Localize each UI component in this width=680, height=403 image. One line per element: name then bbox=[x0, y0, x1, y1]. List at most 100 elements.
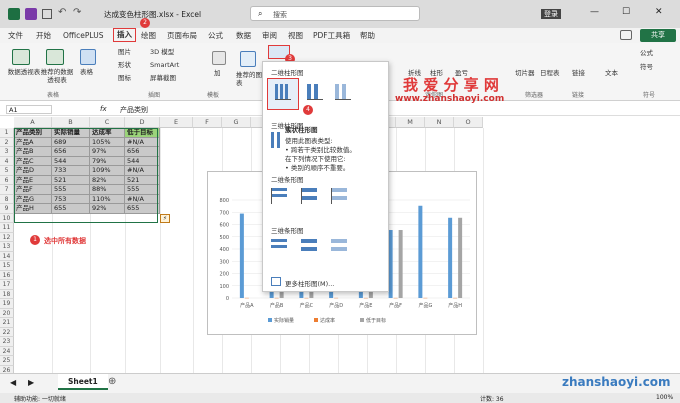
tab-draw[interactable]: 绘图 bbox=[141, 28, 156, 43]
fx-icon[interactable]: fx bbox=[100, 105, 107, 113]
recommended-charts-icon[interactable] bbox=[240, 51, 256, 67]
pictures-button[interactable]: 图片 bbox=[118, 48, 131, 56]
table-cell[interactable]: 544 bbox=[125, 156, 160, 166]
comments-icon[interactable] bbox=[620, 30, 632, 40]
autosave-toggle-icon[interactable] bbox=[25, 8, 37, 20]
table-cell[interactable]: 521 bbox=[52, 175, 90, 185]
3d-percent-bar-icon[interactable] bbox=[331, 239, 347, 255]
timeline-label[interactable]: 日程表 bbox=[540, 69, 560, 77]
column-header[interactable]: N bbox=[425, 117, 454, 128]
3d-stacked-bar-icon[interactable] bbox=[301, 239, 317, 255]
3d-clustered-bar-icon[interactable] bbox=[271, 239, 287, 255]
row-header[interactable]: 5 bbox=[0, 166, 14, 176]
row-header[interactable]: 4 bbox=[0, 156, 14, 166]
row-header[interactable]: 1 bbox=[0, 128, 14, 138]
tab-formulas[interactable]: 公式 bbox=[208, 28, 223, 43]
table-cell[interactable]: 105% bbox=[90, 137, 125, 147]
column-header[interactable]: E bbox=[160, 117, 193, 128]
nav-prev-icon[interactable]: ◀ bbox=[10, 378, 16, 387]
nav-next-icon[interactable]: ▶ bbox=[28, 378, 34, 387]
column-header[interactable]: C bbox=[90, 117, 125, 128]
column-header[interactable]: O bbox=[454, 117, 483, 128]
table-cell[interactable]: 产品A bbox=[14, 137, 52, 147]
3d-models-button[interactable]: 3D 模型 bbox=[150, 48, 174, 56]
table-cell[interactable]: 产品B bbox=[14, 147, 52, 157]
table-label[interactable]: 表格 bbox=[80, 68, 93, 76]
name-box[interactable]: A1 bbox=[6, 105, 52, 114]
column-header[interactable]: M bbox=[396, 117, 425, 128]
row-header[interactable]: 17 bbox=[0, 280, 14, 290]
search-box[interactable]: ⌕ 搜索 bbox=[250, 6, 420, 21]
more-column-charts-link[interactable]: 更多柱形图(M)... bbox=[285, 278, 334, 288]
percent-stacked-bar-icon[interactable] bbox=[331, 188, 347, 204]
pivot-table-icon[interactable] bbox=[12, 49, 30, 65]
addins-label[interactable]: 加 bbox=[214, 69, 221, 77]
tab-review[interactable]: 审阅 bbox=[262, 28, 277, 43]
table-cell[interactable]: #N/A bbox=[125, 137, 160, 147]
row-header[interactable]: 2 bbox=[0, 137, 14, 147]
row-header[interactable]: 10 bbox=[0, 213, 14, 223]
table-cell[interactable]: 555 bbox=[125, 185, 160, 195]
tab-home[interactable]: 开始 bbox=[36, 28, 51, 43]
row-header[interactable]: 11 bbox=[0, 223, 14, 233]
table-header-cell[interactable]: 低于目标 bbox=[125, 128, 160, 138]
table-cell[interactable]: 产品F bbox=[14, 185, 52, 195]
addins-icon[interactable] bbox=[212, 51, 226, 65]
minimize-icon[interactable]: — bbox=[590, 7, 599, 17]
table-cell[interactable]: 656 bbox=[125, 147, 160, 157]
table-cell[interactable]: 109% bbox=[90, 166, 125, 176]
row-header[interactable]: 13 bbox=[0, 242, 14, 252]
symbol-label[interactable]: 符号 bbox=[640, 63, 653, 71]
table-cell[interactable]: 产品H bbox=[14, 204, 52, 214]
recommended-charts-label[interactable]: 推荐的图表 bbox=[236, 71, 262, 87]
pivot-table-label[interactable]: 数据透视表 bbox=[6, 68, 42, 76]
clustered-bar-icon[interactable] bbox=[271, 188, 287, 204]
column-header[interactable]: G bbox=[222, 117, 251, 128]
table-cell[interactable]: 产品C bbox=[14, 156, 52, 166]
redo-icon[interactable]: ↷ bbox=[73, 7, 81, 18]
tab-data[interactable]: 数据 bbox=[236, 28, 251, 43]
table-cell[interactable]: 产品G bbox=[14, 194, 52, 204]
row-header[interactable]: 15 bbox=[0, 261, 14, 271]
row-header[interactable]: 6 bbox=[0, 175, 14, 185]
table-cell[interactable]: 544 bbox=[52, 156, 90, 166]
row-header[interactable]: 24 bbox=[0, 346, 14, 356]
formula-input[interactable]: 产品类别 bbox=[120, 105, 148, 115]
share-button[interactable]: 共享 bbox=[640, 29, 676, 42]
table-header-cell[interactable]: 实际销量 bbox=[52, 128, 90, 138]
row-header[interactable]: 20 bbox=[0, 308, 14, 318]
zoom-level[interactable]: 100% bbox=[656, 394, 673, 401]
table-cell[interactable]: #N/A bbox=[125, 166, 160, 176]
table-cell[interactable]: 97% bbox=[90, 147, 125, 157]
row-header[interactable]: 12 bbox=[0, 232, 14, 242]
screenshot-button[interactable]: 屏幕截图 bbox=[150, 74, 176, 82]
table-cell[interactable]: 110% bbox=[90, 194, 125, 204]
maximize-icon[interactable]: ☐ bbox=[622, 7, 630, 17]
row-header[interactable]: 7 bbox=[0, 185, 14, 195]
table-cell[interactable]: 555 bbox=[52, 185, 90, 195]
smartart-button[interactable]: SmartArt bbox=[150, 61, 179, 69]
row-header[interactable]: 9 bbox=[0, 204, 14, 214]
column-header[interactable]: A bbox=[14, 117, 52, 128]
recommended-pivot-label[interactable]: 推荐的数据透视表 bbox=[40, 68, 74, 84]
table-cell[interactable]: 521 bbox=[125, 175, 160, 185]
add-sheet-icon[interactable]: ⊕ bbox=[108, 376, 116, 387]
table-cell[interactable]: #N/A bbox=[125, 194, 160, 204]
tab-page-layout[interactable]: 页面布局 bbox=[167, 28, 197, 43]
table-cell[interactable]: 656 bbox=[52, 147, 90, 157]
table-cell[interactable]: 产品E bbox=[14, 175, 52, 185]
tab-pdf-toolbox[interactable]: PDF工具箱 bbox=[313, 28, 350, 43]
column-header[interactable]: B bbox=[52, 117, 90, 128]
row-header[interactable]: 22 bbox=[0, 327, 14, 337]
tab-help[interactable]: 帮助 bbox=[360, 28, 375, 43]
slicer-label[interactable]: 切片器 bbox=[515, 69, 535, 77]
close-icon[interactable]: ✕ bbox=[655, 7, 663, 17]
table-cell[interactable]: 88% bbox=[90, 185, 125, 195]
column-header[interactable]: F bbox=[193, 117, 222, 128]
stacked-bar-icon[interactable] bbox=[301, 188, 317, 204]
table-cell[interactable]: 产品D bbox=[14, 166, 52, 176]
table-cell[interactable]: 92% bbox=[90, 204, 125, 214]
recommended-pivot-icon[interactable] bbox=[46, 49, 64, 65]
tab-insert[interactable]: 插入 bbox=[113, 28, 136, 42]
table-icon[interactable] bbox=[80, 49, 96, 65]
